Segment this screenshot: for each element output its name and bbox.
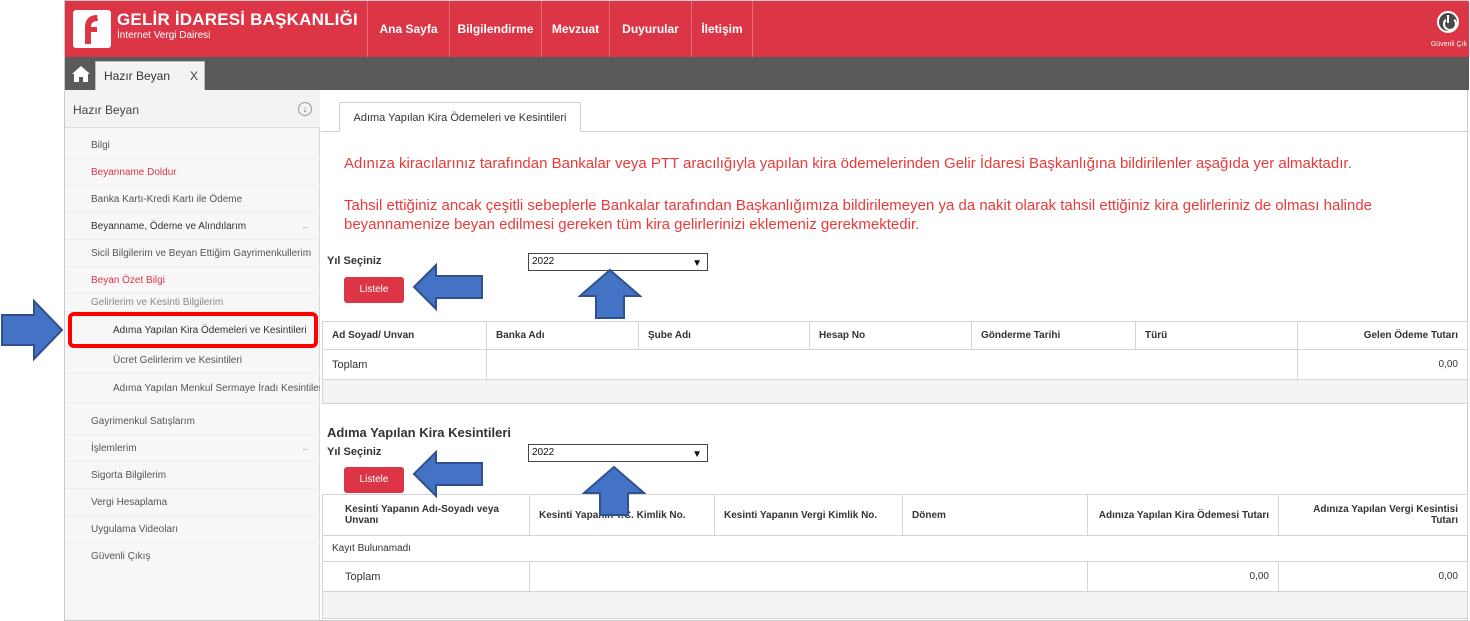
- column-header[interactable]: Gelen Ödeme Tutarı: [1297, 321, 1468, 350]
- sidebar-item-bilgi[interactable]: Bilgi: [65, 132, 320, 159]
- annotation-arrow-left: [412, 449, 483, 499]
- year-label-2: Yıl Seçiniz: [327, 446, 382, 458]
- table-header-row: Kesinti Yapanın Adı-Soyadı veya Unvanı K…: [322, 494, 1468, 536]
- sidebar: Hazır Beyan ↓ Bilgi Beyanname Doldur Ban…: [65, 90, 320, 620]
- annotation-arrow-right: [1, 298, 64, 362]
- nav-iletisim[interactable]: İletişim: [691, 1, 753, 57]
- nav-bilgilendirme[interactable]: Bilgilendirme: [449, 1, 541, 57]
- sidebar-item-beyan-ozet[interactable]: Beyan Özet Bilgi: [65, 267, 320, 294]
- tab-kira-odemeleri[interactable]: Adıma Yapılan Kira Ödemeleri ve Kesintil…: [339, 102, 581, 132]
- rent-payments-table: Ad Soyad/ Unvan Banka Adı Şube Adı Hesap…: [322, 321, 1468, 380]
- chevron-left-icon: ←: [301, 221, 310, 231]
- sidebar-item-label: Beyanname, Ödeme ve Alındılarım: [91, 221, 247, 232]
- empty-message: Kayıt Bulunamadı: [322, 535, 1468, 562]
- tab-hazir-beyan[interactable]: Hazır Beyan X: [95, 61, 205, 90]
- total-label: Toplam: [322, 349, 487, 380]
- site-header: GELİR İDARESİ BAŞKANLIĞI İnternet Vergi …: [65, 1, 1469, 57]
- table-footer: [322, 591, 1468, 619]
- sidebar-item-sicil[interactable]: Sicil Bilgilerim ve Beyan Ettiğim Gayrim…: [65, 240, 320, 267]
- table-total-row: Toplam 0,00: [322, 349, 1468, 380]
- sidebar-item-vergi-hesaplama[interactable]: Vergi Hesaplama: [65, 489, 320, 516]
- sidebar-item-beyanname-odeme[interactable]: Beyanname, Ödeme ve Alındılarım ←: [65, 213, 320, 240]
- sidebar-header-label: Hazır Beyan: [73, 103, 140, 117]
- empty-cell: [529, 561, 1088, 592]
- home-button[interactable]: [65, 57, 97, 90]
- list-button-2[interactable]: Listele: [344, 467, 404, 493]
- sidebar-item-sigorta[interactable]: Sigorta Bilgilerim: [65, 462, 320, 489]
- main-content: Adıma Yapılan Kira Ödemeleri ve Kesintil…: [321, 90, 1468, 620]
- sidebar-item-islemlerim[interactable]: İşlemlerim ←: [65, 435, 320, 462]
- column-header[interactable]: Adınıza Yapılan Vergi Kesintisi Tutarı: [1278, 494, 1468, 536]
- app-window: GELİR İDARESİ BAŞKANLIĞI İnternet Vergi …: [64, 0, 1469, 621]
- annotation-arrow-up: [582, 465, 646, 516]
- annotation-arrow-left: [412, 262, 483, 312]
- sidebar-item-videolar[interactable]: Uygulama Videoları: [65, 516, 320, 543]
- annotation-highlight: [68, 312, 318, 348]
- column-header[interactable]: Ad Soyad/ Unvan: [322, 321, 487, 350]
- gib-logo-icon[interactable]: [73, 10, 111, 48]
- column-header[interactable]: Kesinti Yapanın Adı-Soyadı veya Unvanı: [322, 494, 530, 536]
- logout-label[interactable]: Güvenli Çık: [1431, 41, 1467, 48]
- section-title-kesintiler: Adıma Yapılan Kira Kesintileri: [327, 425, 511, 440]
- annotation-arrow-up: [578, 268, 642, 319]
- power-icon[interactable]: [1437, 11, 1459, 33]
- sidebar-item-kart-odeme[interactable]: Banka Kartı-Kredi Kartı ile Ödeme: [65, 186, 320, 213]
- tab-close-icon[interactable]: X: [190, 62, 198, 90]
- total-value: 0,00: [1087, 561, 1279, 592]
- chevron-left-icon: ←: [301, 248, 310, 258]
- table-empty-row: Kayıt Bulunamadı: [322, 535, 1468, 562]
- sidebar-item-beyanname-doldur[interactable]: Beyanname Doldur: [65, 159, 320, 186]
- sidebar-item-gayrimenkul-satis[interactable]: Gayrimenkul Satışlarım: [65, 408, 320, 435]
- sidebar-item-ucret[interactable]: Ücret Gelirlerim ve Kesintileri: [65, 347, 320, 374]
- nav-duyurular[interactable]: Duyurular: [609, 1, 691, 57]
- column-header[interactable]: Dönem: [902, 494, 1088, 536]
- empty-cell: [486, 349, 1298, 380]
- tab-label: Hazır Beyan: [104, 69, 171, 83]
- total-label: Toplam: [322, 561, 530, 592]
- table-footer: [322, 379, 1468, 404]
- chevron-down-icon: ▼: [692, 258, 702, 269]
- site-subtitle: İnternet Vergi Dairesi: [117, 30, 211, 41]
- nav-mevzuat[interactable]: Mevzuat: [541, 1, 609, 57]
- info-text-1: Adınıza kiracılarınız tarafından Bankala…: [344, 155, 1352, 172]
- sidebar-item-label: Sicil Bilgilerim ve Beyan Ettiğim Gayrim…: [91, 248, 312, 259]
- column-header[interactable]: Adınıza Yapılan Kira Ödemesi Tutarı: [1087, 494, 1279, 536]
- year-value: 2022: [532, 256, 555, 267]
- sidebar-item-guvenli-cikis[interactable]: Güvenli Çıkış: [65, 543, 320, 570]
- table-header-row: Ad Soyad/ Unvan Banka Adı Şube Adı Hesap…: [322, 321, 1468, 350]
- column-header[interactable]: Şube Adı: [638, 321, 810, 350]
- year-label: Yıl Seçiniz: [327, 255, 382, 267]
- total-value: 0,00: [1278, 561, 1468, 592]
- year-select-2[interactable]: 2022 ▼: [528, 444, 708, 462]
- tab-bar: Hazır Beyan X: [65, 57, 1469, 90]
- column-header[interactable]: Hesap No: [809, 321, 972, 350]
- sidebar-item-gelirlerim[interactable]: Gelirlerim ve Kesinti Bilgilerim: [65, 294, 320, 312]
- list-button[interactable]: Listele: [344, 277, 404, 303]
- sidebar-header: Hazır Beyan ↓: [65, 90, 320, 128]
- column-header[interactable]: Gönderme Tarihi: [971, 321, 1136, 350]
- sidebar-item-menkul[interactable]: Adıma Yapılan Menkul Sermaye İradı Kesin…: [65, 374, 320, 403]
- collapse-icon[interactable]: ↓: [298, 102, 312, 116]
- home-icon: [72, 65, 90, 82]
- rent-deductions-table: Kesinti Yapanın Adı-Soyadı veya Unvanı K…: [322, 494, 1468, 592]
- year-value: 2022: [532, 447, 555, 458]
- info-text-2: Tahsil ettiğiniz ancak çeşitli sebeplerl…: [344, 197, 1373, 233]
- chevron-down-icon: ▼: [692, 449, 702, 460]
- nav-ana-sayfa[interactable]: Ana Sayfa: [367, 1, 449, 57]
- total-value: 0,00: [1297, 349, 1468, 380]
- table-total-row: Toplam 0,00 0,00: [322, 561, 1468, 592]
- site-title: GELİR İDARESİ BAŞKANLIĞI: [117, 10, 358, 29]
- column-header[interactable]: Türü: [1135, 321, 1298, 350]
- sidebar-item-label: İşlemlerim: [91, 443, 137, 454]
- column-header[interactable]: Kesinti Yapanın Vergi Kimlik No.: [714, 494, 903, 536]
- column-header[interactable]: Banka Adı: [486, 321, 639, 350]
- sidebar-item-label: Gelirlerim ve Kesinti Bilgilerim: [91, 297, 224, 308]
- chevron-left-icon: ←: [301, 443, 310, 453]
